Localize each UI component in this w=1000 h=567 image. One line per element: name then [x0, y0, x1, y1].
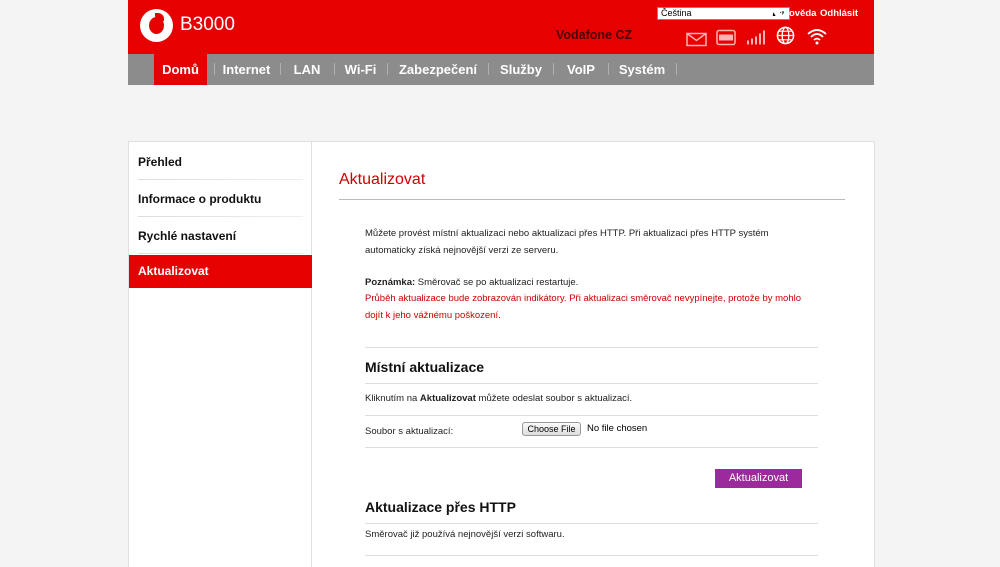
sidebar: Přehled Informace o produktu Rychlé nast…	[128, 141, 312, 567]
signal-strength-icon	[747, 30, 765, 45]
sidebar-divider	[138, 216, 303, 217]
sidebar-item-quick-setup[interactable]: Rychlé nastavení	[129, 218, 312, 254]
provider-name: Vodafone CZ	[556, 28, 633, 42]
sidebar-item-product-info[interactable]: Informace o produktu	[129, 181, 312, 217]
section-divider	[365, 383, 818, 384]
nav-lan[interactable]: LAN	[287, 54, 327, 85]
sidebar-item-overview[interactable]: Přehled	[129, 144, 312, 180]
mail-icon[interactable]	[686, 30, 707, 49]
local-update-title: Místní aktualizace	[365, 359, 485, 375]
nav-separator	[387, 63, 388, 75]
nav-separator	[280, 63, 281, 75]
note-text: Poznámka: Směrovač se po aktualizaci res…	[365, 277, 579, 288]
help-link[interactable]: Nápověda	[771, 8, 816, 19]
internet-globe-icon	[776, 26, 795, 45]
choose-file-button[interactable]: Choose File	[522, 422, 581, 436]
device-model: B3000	[180, 14, 235, 35]
nav-separator	[214, 63, 215, 75]
page-title: Aktualizovat	[339, 171, 426, 188]
row-divider	[365, 415, 818, 416]
nav-separator	[608, 63, 609, 75]
nav-separator	[676, 63, 677, 75]
nav-services[interactable]: Služby	[496, 54, 546, 85]
title-divider	[339, 199, 845, 200]
main-content: Aktualizovat Můžete provést místní aktua…	[312, 141, 875, 567]
warning-text: Průběh aktualizace bude zobrazován indik…	[365, 293, 802, 321]
nav-security[interactable]: Zabezpečení	[395, 54, 481, 85]
update-button[interactable]: Aktualizovat	[715, 469, 802, 488]
row-divider	[365, 447, 818, 448]
nav-separator	[488, 63, 489, 75]
nav-separator	[553, 63, 554, 75]
sidebar-item-update[interactable]: Aktualizovat	[129, 255, 312, 288]
note-label: Poznámka:	[365, 277, 416, 288]
logout-link[interactable]: Odhlásit	[820, 8, 858, 19]
header-bar: B3000 Čeština ▲▼ Nápověda Odhlásit Vodaf…	[128, 0, 874, 54]
section-divider	[365, 347, 818, 348]
sidebar-divider	[138, 253, 303, 254]
nav-home[interactable]: Domů	[154, 54, 207, 85]
http-update-title: Aktualizace přes HTTP	[365, 499, 516, 515]
wifi-icon	[807, 29, 827, 45]
section-divider	[365, 523, 818, 524]
http-update-status: Směrovač již používá nejnovější verzi so…	[365, 529, 565, 540]
file-field-label: Soubor s aktualizací:	[365, 426, 454, 437]
nav-separator	[334, 63, 335, 75]
local-update-description: Kliknutím na Aktualizovat můžete odeslat…	[365, 393, 633, 404]
ussd-icon[interactable]	[716, 28, 736, 47]
nav-voip[interactable]: VoIP	[561, 54, 601, 85]
vodafone-logo-icon	[140, 9, 173, 42]
row-divider	[365, 555, 818, 556]
language-select-value: Čeština	[661, 8, 692, 18]
intro-text: Můžete provést místní aktualizaci nebo a…	[365, 228, 769, 256]
nav-wifi[interactable]: Wi-Fi	[341, 54, 380, 85]
main-nav: Domů Internet LAN Wi-Fi Zabezpečení Služ…	[128, 54, 874, 85]
sidebar-divider	[138, 179, 303, 180]
nav-internet[interactable]: Internet	[220, 54, 273, 85]
file-name-status: No file chosen	[587, 423, 648, 434]
nav-system[interactable]: Systém	[616, 54, 668, 85]
